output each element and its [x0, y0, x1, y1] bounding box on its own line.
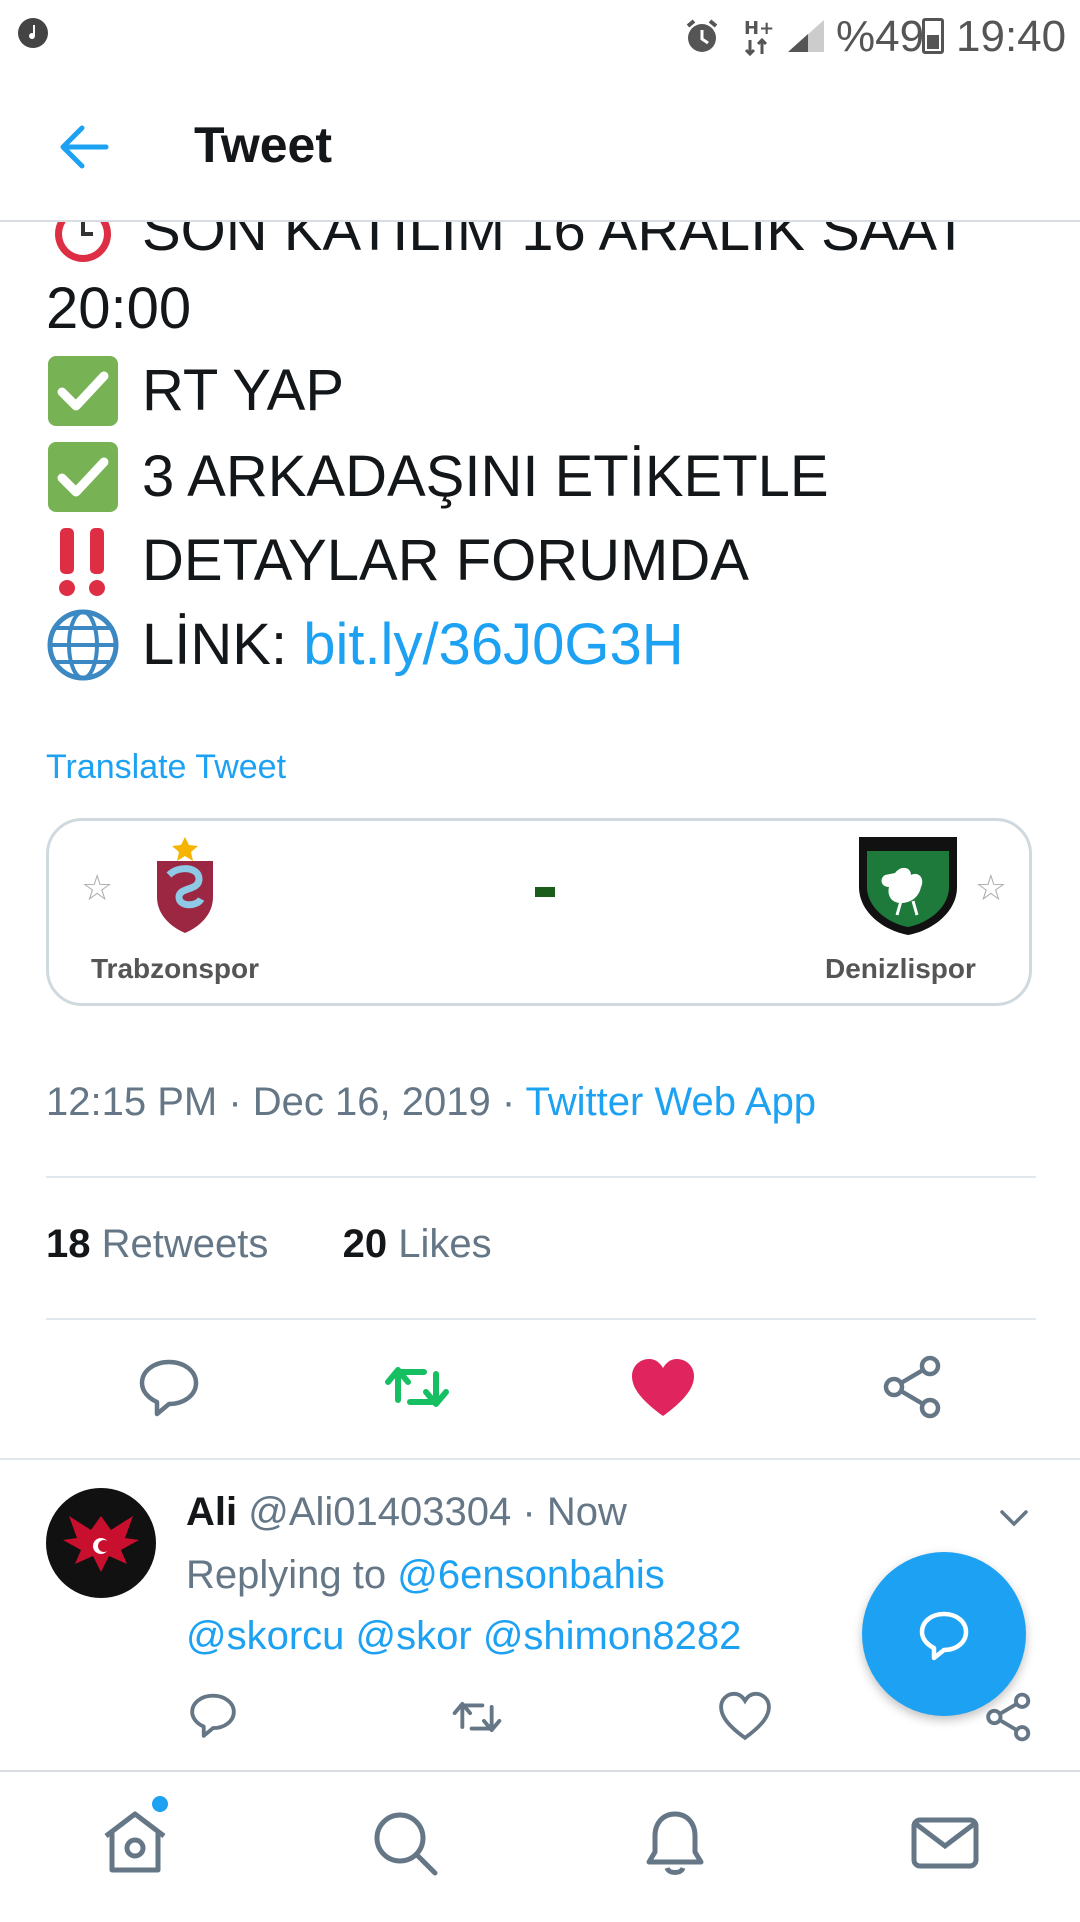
- tweet-line-text: LİNK:: [142, 612, 288, 677]
- clock: 19:40: [956, 12, 1067, 61]
- reply-icon[interactable]: [186, 1688, 240, 1742]
- battery-percent: %49: [836, 12, 925, 61]
- divider: [0, 1458, 1080, 1460]
- double-exclamation-icon: [46, 524, 120, 598]
- check-mark-icon: [46, 440, 120, 514]
- network-hplus-icon: H+: [742, 16, 774, 61]
- top-app-bar: Tweet: [0, 72, 1080, 222]
- home-icon[interactable]: [98, 1804, 172, 1878]
- tweet-line-text: DETAYLAR FORUMDA: [142, 528, 749, 593]
- share-icon[interactable]: [878, 1352, 948, 1422]
- tweet-time: 12:15 PM: [46, 1080, 218, 1124]
- retweets-label: Retweets: [101, 1222, 269, 1266]
- home-team-name: Trabzonspor: [91, 953, 260, 984]
- reply-time: Now: [546, 1490, 627, 1534]
- match-card[interactable]: ☆ Trabzonspor ☆ Denizlispor: [46, 818, 1032, 1006]
- signal-icon: [786, 18, 826, 59]
- tweet-stats: 18 Retweets 20 Likes: [46, 1222, 492, 1267]
- trabzonspor-logo: [147, 835, 223, 940]
- score-separator: [535, 887, 555, 897]
- tweet-timestamp: 12:15 PM · Dec 16, 2019 · Twitter Web Ap…: [46, 1080, 817, 1124]
- avatar[interactable]: [46, 1488, 156, 1598]
- back-arrow-icon[interactable]: [50, 112, 120, 182]
- retweet-icon[interactable]: [382, 1352, 452, 1422]
- bottom-navigation: [0, 1770, 1080, 1922]
- tweet-date: Dec 16, 2019: [252, 1080, 491, 1124]
- tweet-line-time: 20:00: [46, 268, 191, 350]
- tweet-line-text: RT YAP: [142, 358, 345, 423]
- tweet-line-text: 3 ARKADAŞINI ETİKETLE: [142, 444, 829, 509]
- translate-tweet-link[interactable]: Translate Tweet: [46, 748, 286, 787]
- alarm-icon: [682, 16, 722, 61]
- compose-reply-button[interactable]: [862, 1552, 1026, 1716]
- svg-text:H+: H+: [744, 18, 774, 39]
- compose-bubble-icon: [914, 1606, 974, 1671]
- reply-author-handle[interactable]: @Ali01403304: [248, 1490, 511, 1534]
- divider: [46, 1176, 1036, 1178]
- battery-icon: [922, 18, 944, 54]
- favorite-star-icon[interactable]: ☆: [81, 867, 113, 909]
- like-heart-icon[interactable]: [628, 1354, 698, 1424]
- reply-header: Ali @Ali01403304 · Now: [186, 1490, 627, 1534]
- chevron-down-icon[interactable]: [996, 1500, 1032, 1541]
- check-mark-icon: [46, 354, 120, 428]
- divider: [46, 1318, 1036, 1320]
- replying-to-label: Replying to: [186, 1553, 387, 1597]
- messages-mail-icon[interactable]: [908, 1806, 982, 1880]
- new-content-dot: [152, 1796, 168, 1812]
- tweet-line-link: LİNK: bit.ly/36J0G3H: [46, 604, 684, 686]
- tweet-source-link[interactable]: Twitter Web App: [526, 1080, 817, 1124]
- likes-count: 20: [342, 1222, 388, 1266]
- away-team-name: Denizlispor: [825, 953, 976, 984]
- retweets-count: 18: [46, 1222, 91, 1266]
- replying-to: Replying to @6ensonbahis: [186, 1553, 665, 1598]
- like-heart-icon[interactable]: [718, 1690, 772, 1744]
- tweet-line-tag: 3 ARKADAŞINI ETİKETLE: [46, 436, 829, 518]
- search-icon[interactable]: [368, 1806, 442, 1880]
- favorite-star-icon[interactable]: ☆: [975, 867, 1007, 909]
- reply-author-name[interactable]: Ali: [186, 1490, 237, 1534]
- globe-icon: [46, 608, 120, 682]
- denizlispor-logo: [855, 833, 961, 942]
- notifications-bell-icon[interactable]: [638, 1806, 712, 1880]
- reply-icon[interactable]: [134, 1352, 204, 1422]
- mention-link[interactable]: @6ensonbahis: [397, 1553, 664, 1597]
- likes-stat[interactable]: 20 Likes: [343, 1222, 492, 1266]
- retweet-icon[interactable]: [450, 1690, 504, 1744]
- retweets-stat[interactable]: 18 Retweets: [46, 1222, 268, 1266]
- likes-label: Likes: [398, 1222, 492, 1266]
- tweet-line-rt: RT YAP: [46, 350, 344, 432]
- short-link[interactable]: bit.ly/36J0G3H: [303, 612, 683, 677]
- tweet-line-text: 20:00: [46, 276, 192, 341]
- page-title: Tweet: [194, 117, 332, 173]
- status-bar: H+ %49 19:40: [0, 0, 1080, 72]
- mention-links[interactable]: @skorcu @skor @shimon8282: [186, 1614, 741, 1659]
- tweet-line-details: DETAYLAR FORUMDA: [46, 520, 749, 602]
- music-notification-icon: [18, 18, 48, 48]
